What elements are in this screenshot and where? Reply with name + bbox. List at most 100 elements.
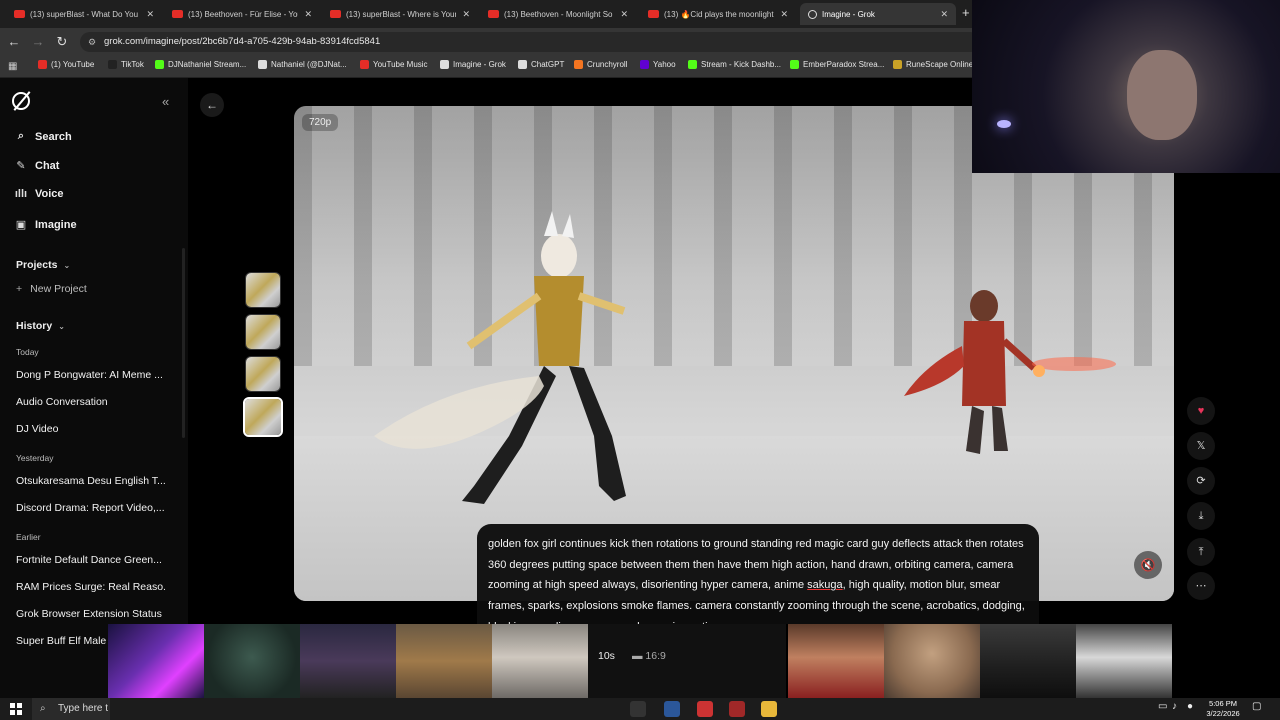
close-icon[interactable]: ✕ bbox=[940, 9, 948, 20]
youtube-icon bbox=[648, 10, 659, 18]
sidebar-scrollbar[interactable] bbox=[182, 248, 185, 438]
bookmark-item[interactable]: TikTok bbox=[108, 60, 144, 69]
new-tab-button[interactable]: + bbox=[962, 5, 970, 20]
prompt-text-overlay[interactable]: golden fox girl continues kick then rota… bbox=[477, 524, 1039, 624]
close-icon[interactable]: ✕ bbox=[780, 9, 788, 20]
bookmark-item[interactable]: Crunchyroll bbox=[574, 60, 627, 69]
like-button[interactable]: ♥ bbox=[1187, 397, 1215, 425]
new-project-button[interactable]: + New Project bbox=[16, 283, 87, 295]
back-arrow-icon[interactable]: ← bbox=[6, 34, 22, 49]
grok-logo-icon[interactable] bbox=[12, 92, 30, 110]
browser-tab[interactable]: (13) superBlast - What Do You ✕ bbox=[6, 3, 162, 25]
taskbar-app-icon[interactable] bbox=[697, 701, 713, 717]
bookmark-item[interactable]: RuneScape Online bbox=[893, 60, 973, 69]
browser-tab[interactable]: (13) 🔥Cid plays the moonlight ✕ bbox=[640, 3, 796, 25]
aspect-ratio-selector[interactable]: ▬ 16:9 bbox=[632, 650, 666, 662]
apps-grid-icon[interactable]: ▦ bbox=[8, 61, 17, 72]
x-logo-icon: 𝕏 bbox=[1196, 440, 1206, 452]
back-button[interactable]: ← bbox=[200, 93, 224, 117]
thumbnail-image bbox=[246, 273, 280, 307]
taskbar-app-icon[interactable] bbox=[729, 701, 745, 717]
speaker-muted-icon: 🔇 bbox=[1140, 558, 1156, 572]
variant-thumbnail-selected[interactable] bbox=[243, 397, 283, 437]
site-info-icon[interactable]: ⚙ bbox=[88, 32, 96, 52]
history-group-label: Yesterday bbox=[16, 453, 54, 463]
chat-icon: ✎ bbox=[16, 160, 26, 172]
variant-thumbnail[interactable] bbox=[245, 356, 281, 392]
more-options-button[interactable]: ⋯ bbox=[1187, 572, 1215, 600]
gallery-tile[interactable] bbox=[492, 624, 588, 698]
history-item[interactable]: Fortnite Default Dance Green... bbox=[16, 554, 166, 566]
close-icon[interactable]: ✕ bbox=[620, 9, 628, 20]
history-item[interactable]: Grok Browser Extension Status bbox=[16, 608, 166, 620]
history-item[interactable]: Dong P Bongwater: AI Meme ... bbox=[16, 369, 166, 381]
microphone-icon[interactable]: ● bbox=[1187, 701, 1193, 712]
browser-tab[interactable]: (13) Beethoven - Moonlight So ✕ bbox=[480, 3, 636, 25]
taskbar-clock[interactable]: 5:06 PM 3/22/2026 bbox=[1203, 699, 1243, 719]
history-item[interactable]: RAM Prices Surge: Real Reaso... bbox=[16, 581, 166, 593]
screen: (13) superBlast - What Do You ✕ (13) Bee… bbox=[0, 0, 1280, 720]
gallery-tile[interactable] bbox=[396, 624, 492, 698]
history-item[interactable]: DJ Video bbox=[16, 423, 166, 435]
bookmark-item[interactable]: YouTube Music bbox=[360, 60, 428, 69]
bookmark-item[interactable]: DJNathaniel Stream... bbox=[155, 60, 246, 69]
bookmark-item[interactable]: EmberParadox Strea... bbox=[790, 60, 884, 69]
history-item[interactable]: Audio Conversation bbox=[16, 396, 166, 408]
thumbnail-image bbox=[246, 357, 280, 391]
nav-search[interactable]: ⌕ Search bbox=[14, 130, 72, 143]
browser-tab-active[interactable]: Imagine - Grok ✕ bbox=[800, 3, 956, 25]
notifications-icon[interactable]: ▢ bbox=[1252, 701, 1261, 712]
share-button[interactable]: ⤒ bbox=[1187, 538, 1215, 566]
gallery-tile[interactable] bbox=[1076, 624, 1172, 698]
gallery-tile[interactable] bbox=[300, 624, 396, 698]
download-button[interactable]: ⤓ bbox=[1187, 502, 1215, 530]
collapse-sidebar-icon[interactable]: « bbox=[162, 94, 169, 109]
bookmark-item[interactable]: Stream - Kick Dashb... bbox=[688, 60, 781, 69]
windows-start-icon[interactable] bbox=[10, 703, 22, 715]
variant-thumbnail[interactable] bbox=[245, 314, 281, 350]
taskbar-search[interactable]: ⌕ Type here t bbox=[32, 698, 110, 720]
projects-header[interactable]: Projects ⌄ bbox=[16, 259, 70, 271]
thumbnail-image bbox=[246, 315, 280, 349]
nav-voice[interactable]: ıllı Voice bbox=[14, 188, 64, 200]
heart-icon: ♥ bbox=[1197, 405, 1205, 417]
nav-imagine[interactable]: ▣ Imagine bbox=[14, 218, 77, 232]
bookmark-item[interactable]: (1) YouTube bbox=[38, 60, 94, 69]
remix-button[interactable]: ⟳ bbox=[1187, 467, 1215, 495]
search-icon: ⌕ bbox=[40, 703, 46, 714]
history-header[interactable]: History ⌄ bbox=[16, 320, 65, 332]
variant-thumbnail[interactable] bbox=[245, 272, 281, 308]
forward-arrow-icon[interactable]: → bbox=[30, 34, 46, 49]
history-item[interactable]: Discord Drama: Report Video,... bbox=[16, 502, 166, 514]
browser-tab[interactable]: (13) superBlast - Where is Your ✕ bbox=[322, 3, 478, 25]
close-icon[interactable]: ✕ bbox=[304, 9, 312, 20]
share-x-button[interactable]: 𝕏 bbox=[1187, 432, 1215, 460]
bookmark-item[interactable]: Nathaniel (@DJNat... bbox=[258, 60, 347, 69]
volume-icon[interactable]: ♪ bbox=[1172, 701, 1177, 712]
bookmark-item[interactable]: Yahoo bbox=[640, 60, 676, 69]
reload-icon[interactable]: ↻ bbox=[54, 34, 70, 50]
close-icon[interactable]: ✕ bbox=[146, 9, 154, 20]
windows-taskbar: ⌕ Type here t ▭ ♪ ● 5:06 PM 3/22/2026 ▢ bbox=[0, 698, 1280, 720]
browser-tab[interactable]: (13) Beethoven - Für Elise - You ✕ bbox=[164, 3, 320, 25]
nav-chat[interactable]: ✎ Chat bbox=[14, 159, 59, 173]
gallery-tile[interactable] bbox=[980, 624, 1076, 698]
close-icon[interactable]: ✕ bbox=[462, 9, 470, 20]
mute-button[interactable]: 🔇 bbox=[1134, 551, 1162, 579]
bookmark-favicon-icon bbox=[893, 60, 902, 69]
gallery-tile[interactable] bbox=[204, 624, 300, 698]
duration-selector[interactable]: 10s bbox=[598, 650, 615, 662]
bookmark-item[interactable]: Imagine - Grok bbox=[440, 60, 506, 69]
taskbar-app-icon[interactable] bbox=[664, 701, 680, 717]
history-item[interactable]: Otsukaresama Desu English T... bbox=[16, 475, 166, 487]
gallery-tile[interactable] bbox=[884, 624, 980, 698]
taskbar-app-icon[interactable] bbox=[630, 701, 646, 717]
bookmark-favicon-icon bbox=[258, 60, 267, 69]
bookmark-item[interactable]: ChatGPT bbox=[518, 60, 564, 69]
quality-badge: 720p bbox=[302, 114, 339, 131]
gallery-tile[interactable] bbox=[108, 624, 204, 698]
gallery-tile[interactable] bbox=[788, 624, 884, 698]
url-field[interactable]: ⚙ grok.com/imagine/post/2bc6b7d4-a705-42… bbox=[80, 32, 980, 52]
network-icon[interactable]: ▭ bbox=[1158, 701, 1167, 712]
file-explorer-icon[interactable] bbox=[761, 701, 777, 717]
